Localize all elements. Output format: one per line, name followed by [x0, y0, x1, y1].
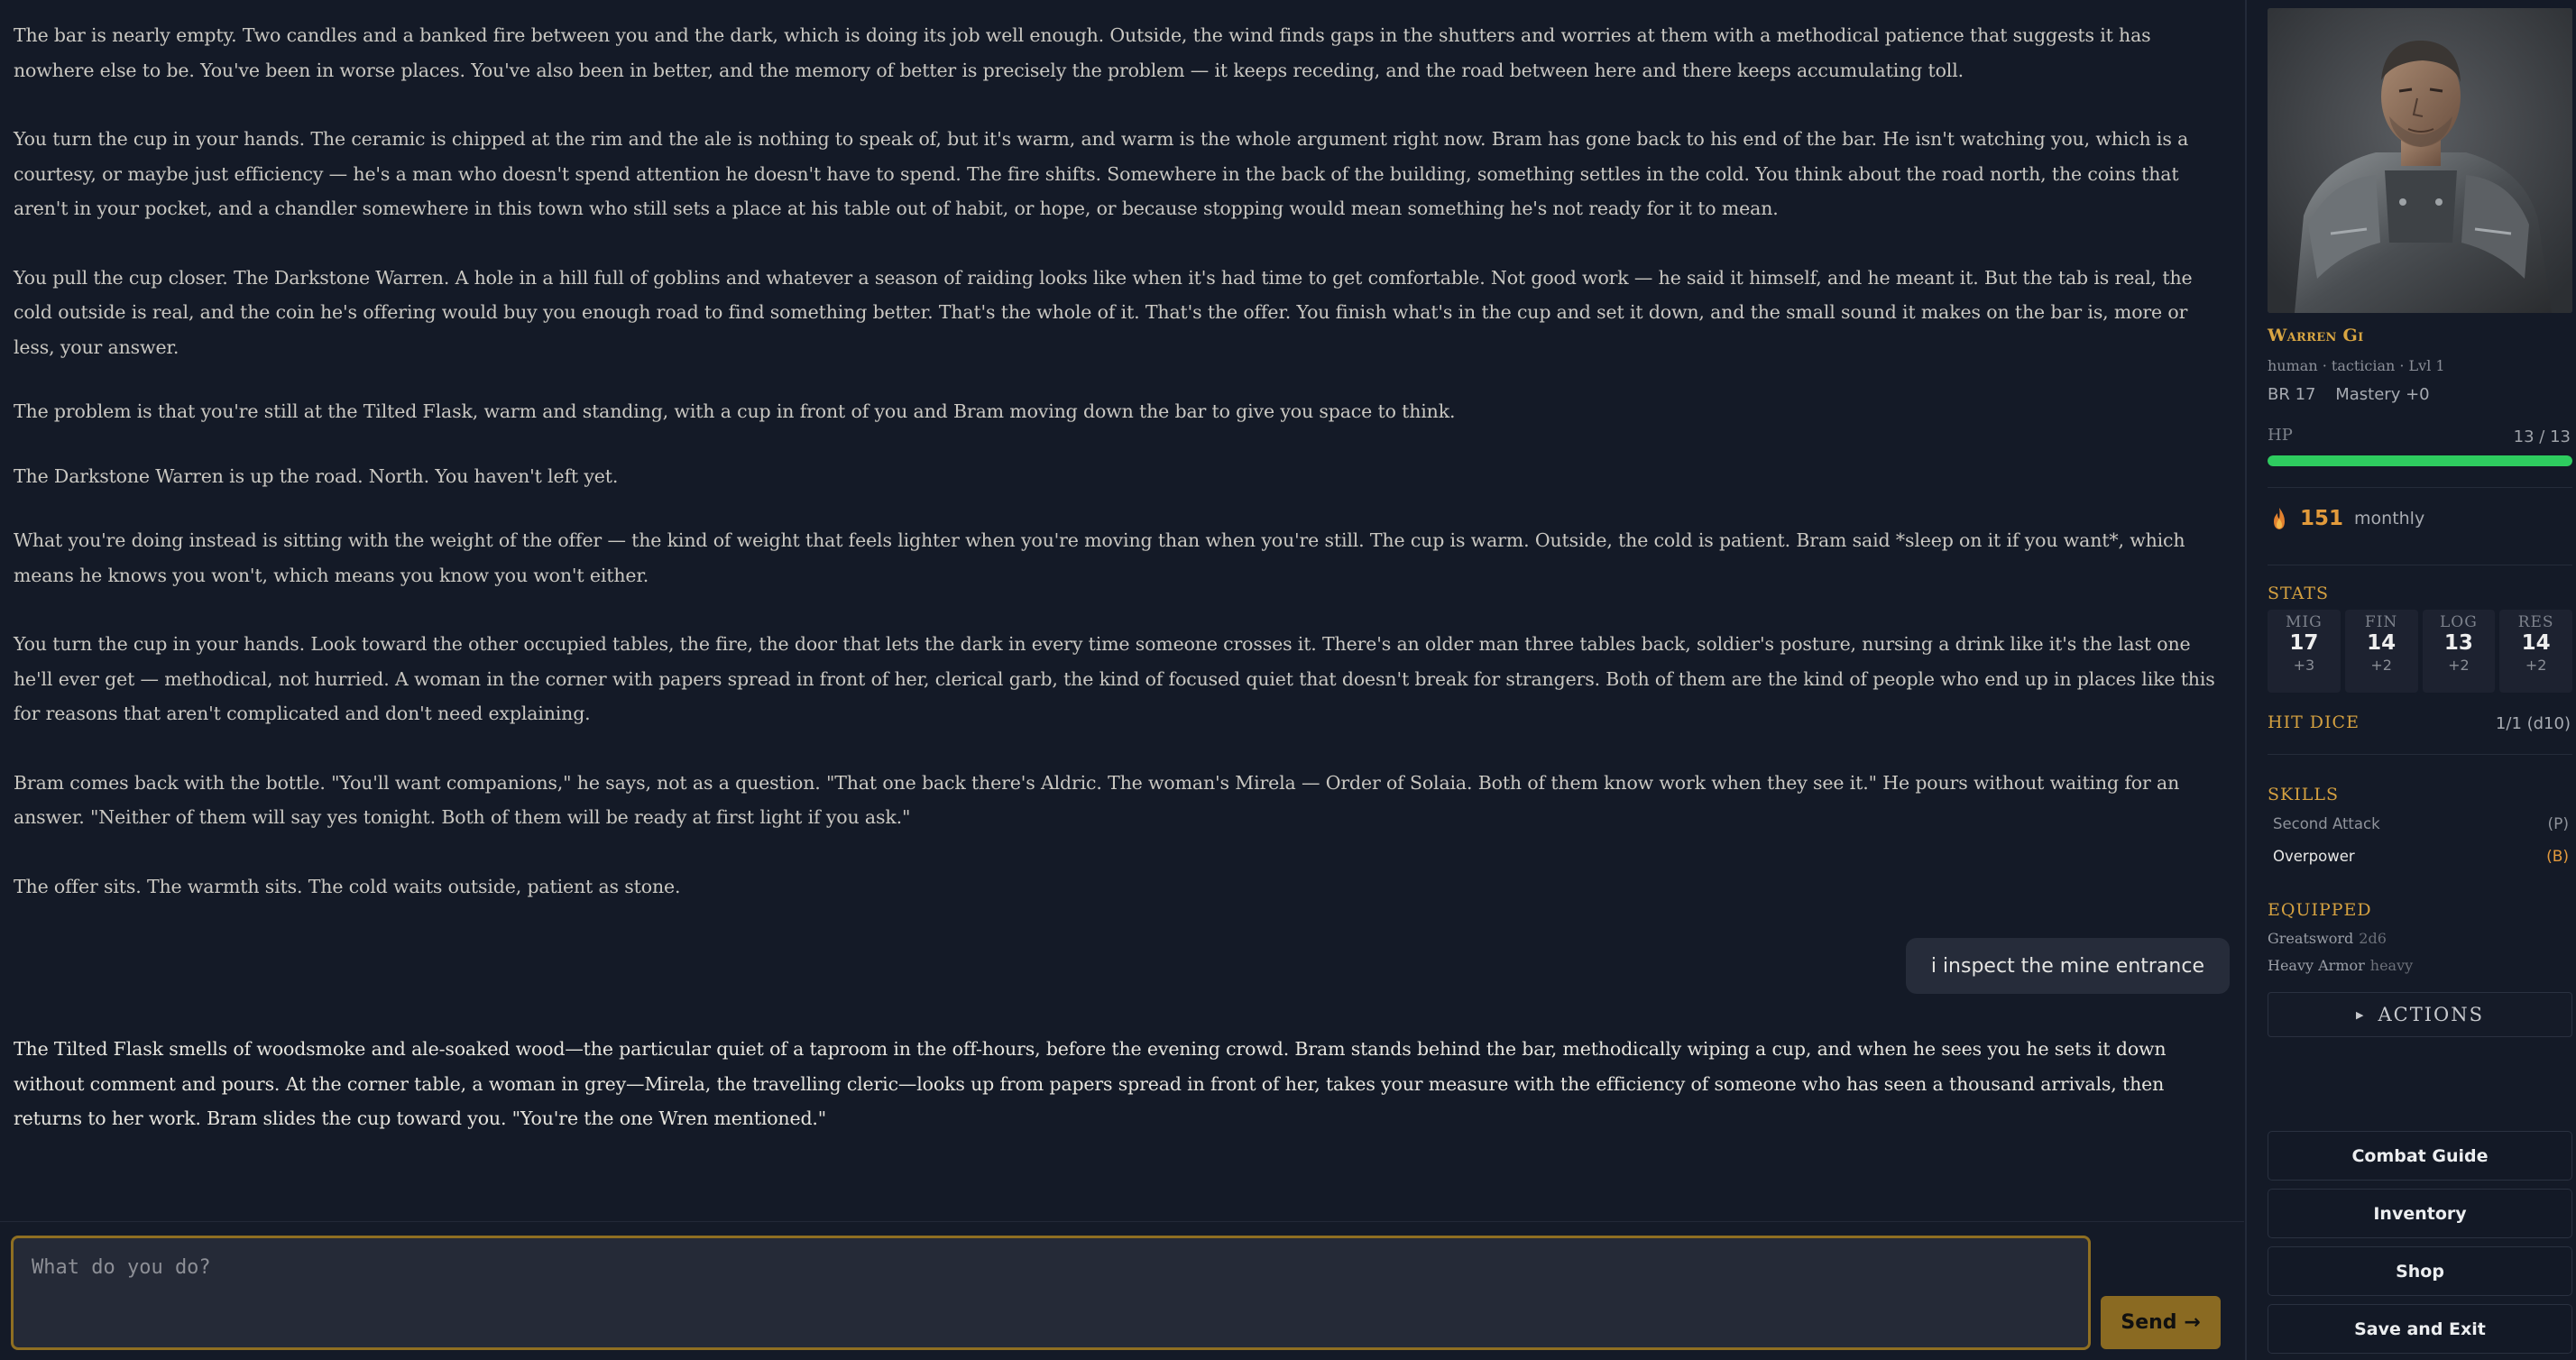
- actions-toggle[interactable]: ▶ ACTIONS: [2268, 992, 2572, 1037]
- gold-display: 151 monthly: [2271, 507, 2424, 530]
- stat-fin: FIN 14 +2: [2344, 610, 2418, 693]
- stat-modifier: +2: [2448, 657, 2470, 674]
- equipped-armor: Heavy Armor heavy: [2268, 957, 2413, 974]
- hp-label: HP: [2268, 426, 2293, 445]
- hit-dice-heading: HIT DICE: [2268, 712, 2360, 732]
- equipped-weapon: Greatsword 2d6: [2268, 930, 2387, 947]
- divider: [2268, 487, 2572, 488]
- stat-res: RES 14 +2: [2499, 610, 2572, 693]
- stat-value: 17: [2289, 631, 2319, 655]
- gold-unit: monthly: [2354, 509, 2425, 528]
- knight-portrait-image: [2268, 8, 2572, 313]
- user-message-row: i inspect the mine entrance: [14, 938, 2230, 994]
- story-paragraph: You turn the cup in your hands. Look tow…: [14, 633, 2215, 724]
- stat-modifier: +3: [2293, 657, 2315, 674]
- stat-name: LOG: [2439, 613, 2478, 631]
- narrator-response: The Tilted Flask smells of woodsmoke and…: [14, 1038, 2167, 1129]
- hp-value: 13 / 13: [2513, 427, 2571, 446]
- stat-value: 13: [2443, 631, 2473, 655]
- combat-guide-button[interactable]: Combat Guide: [2268, 1131, 2572, 1181]
- character-name: Warren Gi: [2268, 326, 2364, 345]
- stats-grid: MIG 17 +3 FIN 14 +2 LOG 13 +2 RES 14 +2: [2268, 610, 2572, 693]
- hit-dice-value: 1/1 (d10): [2495, 714, 2571, 733]
- action-input[interactable]: [11, 1236, 2091, 1350]
- skill-second-attack[interactable]: Second Attack: [2273, 815, 2380, 832]
- story-paragraph: You pull the cup closer. The Darkstone W…: [14, 266, 2193, 358]
- story-paragraph: The Darkstone Warren is up the road. Nor…: [14, 464, 619, 487]
- input-bar: Send →: [0, 1221, 2244, 1360]
- send-button[interactable]: Send →: [2101, 1296, 2221, 1349]
- item-name: Heavy Armor: [2268, 957, 2365, 974]
- stat-value: 14: [2521, 631, 2551, 655]
- story-paragraph: The problem is that you're still at the …: [14, 400, 1456, 422]
- stat-log: LOG 13 +2: [2422, 610, 2496, 693]
- skill-overpower[interactable]: Overpower: [2273, 848, 2355, 865]
- story-paragraph: What you're doing instead is sitting wit…: [14, 529, 2185, 586]
- stat-value: 14: [2367, 631, 2397, 655]
- skill-type-passive: (P): [2547, 815, 2569, 833]
- hp-bar: [2268, 455, 2572, 466]
- hp-bar-fill: [2268, 455, 2572, 466]
- shop-button[interactable]: Shop: [2268, 1246, 2572, 1296]
- character-subtitle: human · tactician · Lvl 1: [2268, 357, 2445, 374]
- divider: [2268, 754, 2572, 755]
- skills-heading: SKILLS: [2268, 785, 2339, 804]
- stat-name: MIG: [2286, 613, 2323, 631]
- mastery-value: Mastery +0: [2335, 385, 2430, 404]
- stat-name: FIN: [2364, 613, 2398, 631]
- triangle-right-icon: ▶: [2356, 1008, 2366, 1021]
- save-exit-button[interactable]: Save and Exit: [2268, 1304, 2572, 1354]
- story-paragraph: Bram comes back with the bottle. "You'll…: [14, 771, 2180, 829]
- item-name: Greatsword: [2268, 930, 2354, 947]
- story-paragraph: The bar is nearly empty. Two candles and…: [14, 24, 2151, 81]
- story-paragraph: You turn the cup in your hands. The cera…: [14, 128, 2189, 219]
- stat-mig: MIG 17 +3: [2268, 610, 2341, 693]
- equipped-heading: EQUIPPED: [2268, 900, 2372, 920]
- user-message-bubble: i inspect the mine entrance: [1905, 938, 2230, 994]
- story-log[interactable]: The bar is nearly empty. Two candles and…: [0, 0, 2244, 1221]
- flame-icon: [2274, 508, 2285, 529]
- actions-label: ACTIONS: [2378, 1004, 2484, 1025]
- stats-heading: STATS: [2268, 584, 2330, 603]
- gold-amount: 151: [2300, 507, 2344, 530]
- stat-modifier: +2: [2525, 657, 2547, 674]
- item-detail: 2d6: [2359, 930, 2387, 947]
- story-paragraph: The offer sits. The warmth sits. The col…: [14, 875, 681, 897]
- stat-name: RES: [2517, 613, 2554, 631]
- game-app: The bar is nearly empty. Two candles and…: [0, 0, 2576, 1360]
- item-detail: heavy: [2369, 957, 2414, 974]
- inventory-button[interactable]: Inventory: [2268, 1189, 2572, 1238]
- character-sidebar: Warren Gi human · tactician · Lvl 1 BR 1…: [2245, 0, 2576, 1360]
- battle-rating: BR 17: [2268, 385, 2316, 404]
- skill-type-bonus: (B): [2546, 848, 2569, 866]
- stat-modifier: +2: [2370, 657, 2392, 674]
- character-portrait: [2268, 8, 2572, 313]
- character-ratings: BR 17 Mastery +0: [2268, 385, 2444, 404]
